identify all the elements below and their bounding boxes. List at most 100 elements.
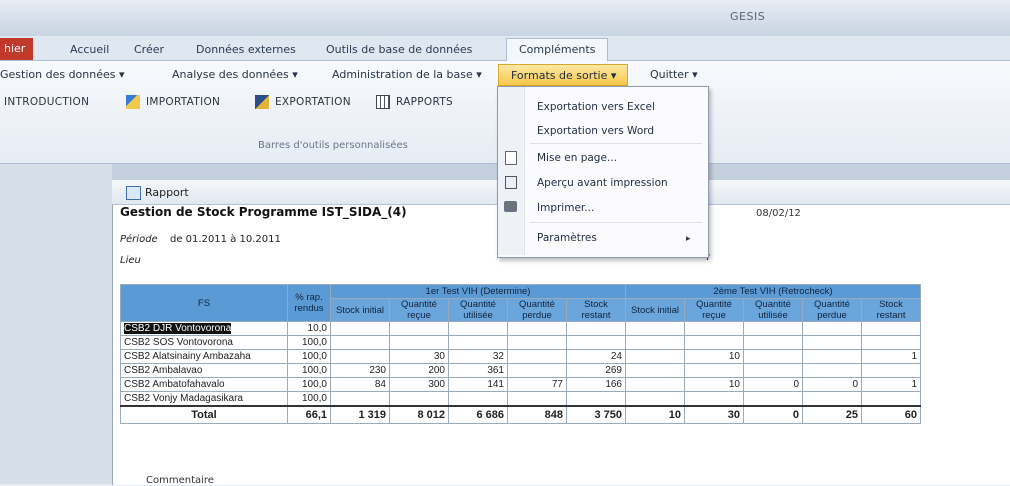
table-cell bbox=[625, 377, 685, 392]
table-cell: 10 bbox=[684, 349, 744, 364]
dd-apercu[interactable]: Aperçu avant impression bbox=[537, 173, 668, 193]
table-cell: 0 bbox=[743, 377, 803, 392]
table-cell bbox=[802, 391, 862, 407]
table-cell: CSB2 DJR Vontovorona bbox=[120, 321, 288, 336]
menu-gestion-donnees[interactable]: Gestion des données ▾ bbox=[0, 66, 125, 84]
dd-imprimer[interactable]: Imprimer... bbox=[537, 198, 594, 218]
table-cell: 10 bbox=[684, 377, 744, 392]
table-cell bbox=[684, 321, 744, 336]
toolbar-importation[interactable]: IMPORTATION bbox=[126, 92, 220, 112]
table-cell: 141 bbox=[448, 377, 508, 392]
header-sub: Quantité utilisée bbox=[743, 298, 803, 322]
report-date: 08/02/12 bbox=[756, 208, 801, 219]
table-cell: 166 bbox=[566, 377, 626, 392]
table-cell bbox=[507, 349, 567, 364]
table-cell bbox=[743, 335, 803, 350]
table-cell: 361 bbox=[448, 363, 508, 378]
header-group1: 1er Test VIH (Determine) bbox=[330, 284, 626, 299]
table-cell bbox=[566, 335, 626, 350]
table-cell bbox=[684, 335, 744, 350]
table-cell bbox=[802, 363, 862, 378]
table-cell: 24 bbox=[566, 349, 626, 364]
header-group2: 2ème Test VIH (Retrocheck) bbox=[625, 284, 921, 299]
dd-export-excel[interactable]: Exportation vers Excel bbox=[537, 97, 655, 117]
total-cell: Total bbox=[120, 405, 288, 424]
table-cell: 100,0 bbox=[287, 363, 331, 378]
header-sub: Quantité perdue bbox=[507, 298, 567, 322]
table-cell: 100,0 bbox=[287, 335, 331, 350]
total-cell: 10 bbox=[625, 405, 685, 424]
dd-parametres[interactable]: Paramètres bbox=[537, 228, 597, 248]
total-cell: 60 bbox=[861, 405, 921, 424]
table-row[interactable]: CSB2 Ambatofahavalo 100,0 84 300 141 77 166 10 0… bbox=[120, 377, 921, 392]
toolbar-introduction[interactable]: INTRODUCTION bbox=[4, 92, 89, 112]
menu-analyse-donnees[interactable]: Analyse des données ▾ bbox=[172, 66, 298, 84]
total-cell: 30 bbox=[684, 405, 744, 424]
tab-accueil[interactable]: Accueil bbox=[62, 40, 117, 60]
dd-export-word[interactable]: Exportation vers Word bbox=[537, 121, 654, 141]
table-cell bbox=[625, 391, 685, 407]
table-row[interactable]: CSB2 SOS Vontovorona 100,0 bbox=[120, 335, 921, 350]
header-sub: Stock initial bbox=[625, 298, 685, 322]
table-cell: 84 bbox=[330, 377, 390, 392]
table-cell bbox=[861, 335, 921, 350]
group-label: Barres d'outils personnalisées bbox=[258, 140, 408, 151]
tab-creer[interactable]: Créer bbox=[126, 40, 172, 60]
table-cell bbox=[684, 363, 744, 378]
tab-outils-base[interactable]: Outils de base de données bbox=[318, 40, 480, 60]
menu-administration[interactable]: Administration de la base ▾ bbox=[332, 66, 482, 84]
table-row[interactable]: CSB2 Ambalavao 100,0 230 200 361 269 bbox=[120, 363, 921, 378]
total-cell: 6 686 bbox=[448, 405, 508, 424]
selected-cell-text: CSB2 DJR Vontovorona bbox=[124, 323, 232, 334]
table-cell bbox=[802, 335, 862, 350]
table-cell: CSB2 Ambatofahavalo bbox=[120, 377, 288, 392]
table-cell bbox=[802, 349, 862, 364]
table-cell: 77 bbox=[507, 377, 567, 392]
table-cell bbox=[743, 321, 803, 336]
toolbar-importation-label: IMPORTATION bbox=[146, 96, 221, 108]
table-cell bbox=[625, 321, 685, 336]
tab-donnees-externes[interactable]: Données externes bbox=[188, 40, 304, 60]
tab-fichier[interactable]: hier bbox=[0, 38, 34, 60]
table-row[interactable]: CSB2 Vonjy Madagasikara 100,0 bbox=[120, 391, 921, 407]
table-cell: 10,0 bbox=[287, 321, 331, 336]
dd-separator bbox=[530, 222, 702, 223]
total-cell: 66,1 bbox=[287, 405, 331, 424]
table-cell: 30 bbox=[389, 349, 449, 364]
toolbar-rapports[interactable]: RAPPORTS bbox=[376, 92, 453, 112]
table-cell: CSB2 Ambalavao bbox=[120, 363, 288, 378]
table-cell bbox=[861, 363, 921, 378]
table-row[interactable]: CSB2 Alatsinainy Ambazaha 100,0 30 32 24 10 1 bbox=[120, 349, 921, 364]
menu-quitter[interactable]: Quitter ▾ bbox=[650, 66, 698, 84]
table-cell bbox=[625, 363, 685, 378]
table-cell bbox=[389, 321, 449, 336]
table-cell: 1 bbox=[861, 349, 921, 364]
import-icon bbox=[126, 95, 140, 109]
commentaire-label: Commentaire bbox=[146, 475, 214, 486]
table-cell bbox=[448, 321, 508, 336]
table-cell bbox=[507, 363, 567, 378]
dd-separator bbox=[530, 143, 702, 144]
table-cell: 0 bbox=[802, 377, 862, 392]
header-sub: Stock initial bbox=[330, 298, 390, 322]
stock-table: FS % rap. rendus 1er Test VIH (Determine… bbox=[120, 284, 921, 424]
header-sub: Stock restant bbox=[861, 298, 921, 322]
lieu-label: Lieu bbox=[120, 255, 141, 266]
title-bar bbox=[0, 0, 1010, 36]
header-sub: Quantité perdue bbox=[802, 298, 862, 322]
toolbar-exportation[interactable]: EXPORTATION bbox=[255, 92, 351, 112]
table-row[interactable]: CSB2 DJR Vontovorona 10,0 bbox=[120, 321, 921, 336]
dd-mise-en-page[interactable]: Mise en page... bbox=[537, 148, 617, 168]
table-cell: 32 bbox=[448, 349, 508, 364]
table-cell: CSB2 SOS Vontovorona bbox=[120, 335, 288, 350]
table-cell bbox=[861, 391, 921, 407]
table-cell bbox=[507, 321, 567, 336]
total-cell: 25 bbox=[802, 405, 862, 424]
report-icon bbox=[376, 95, 390, 109]
table-cell: 100,0 bbox=[287, 391, 331, 407]
table-cell bbox=[448, 391, 508, 407]
menu-formats-sortie[interactable]: Formats de sortie ▾ bbox=[498, 64, 628, 86]
tab-complements[interactable]: Compléments bbox=[506, 38, 609, 61]
toolbar-exportation-label: EXPORTATION bbox=[275, 96, 351, 108]
export-icon bbox=[255, 95, 269, 109]
